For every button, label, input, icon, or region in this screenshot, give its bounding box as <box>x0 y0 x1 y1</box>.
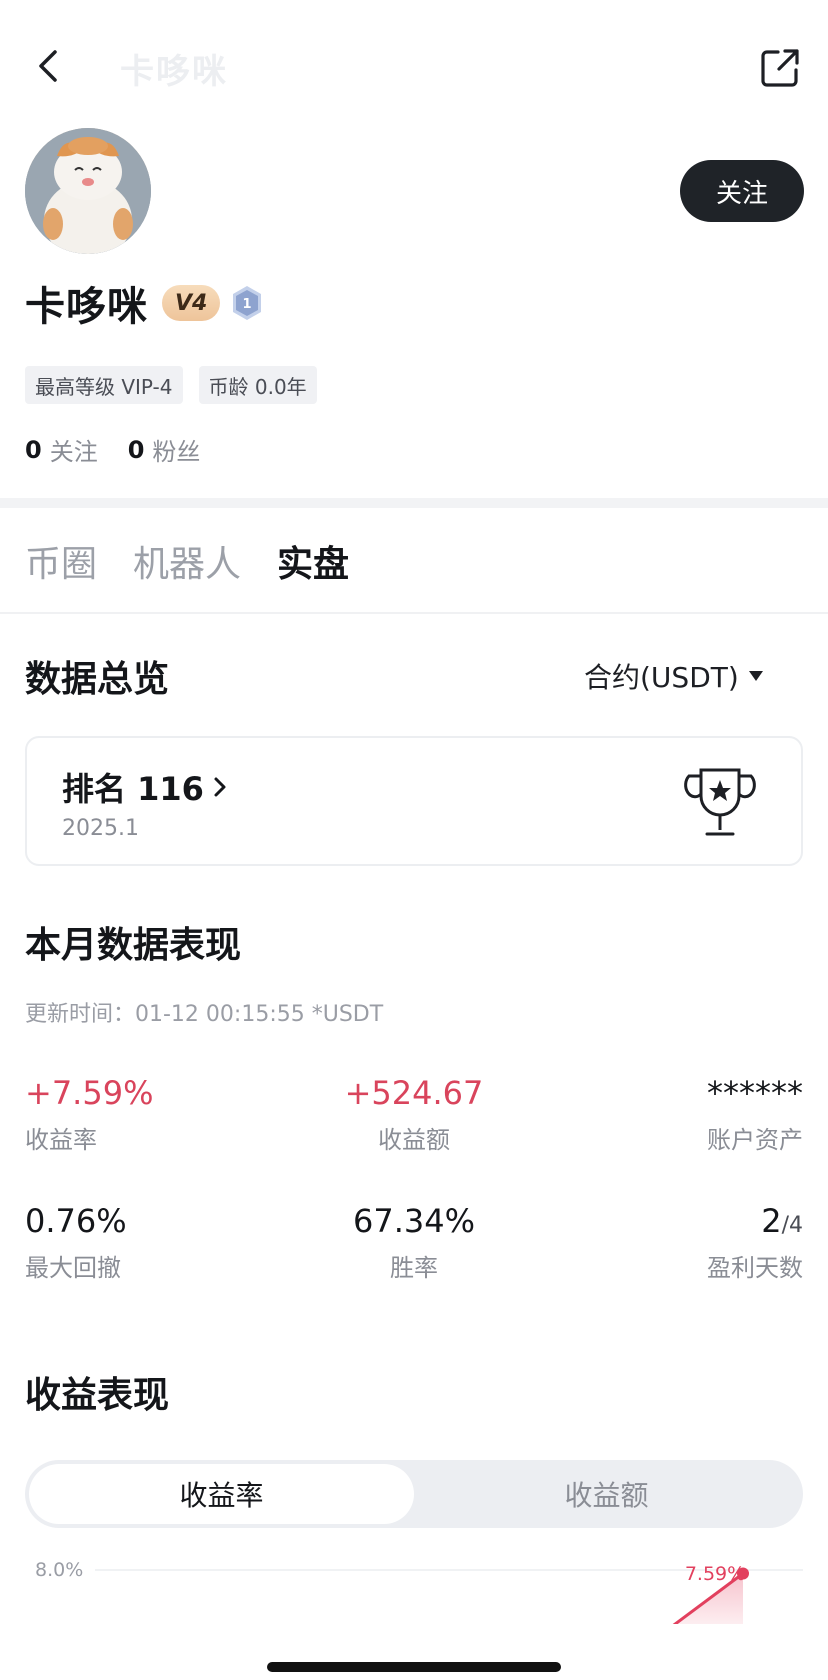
trophy-icon <box>684 768 756 836</box>
y-tick-label: 8.0% <box>35 1559 83 1581</box>
home-indicator <box>267 1662 561 1672</box>
vip-badge[interactable]: V4 <box>162 285 221 321</box>
profit-days-value-row: 2/4 <box>603 1202 803 1240</box>
section-separator <box>0 498 828 508</box>
update-time: 更新时间：01-12 00:15:55 *USDT <box>25 1002 384 1027</box>
rank-label: 排名 116 <box>62 770 204 808</box>
win-rate-value: 67.34% <box>352 1202 475 1240</box>
toggle-profit[interactable]: 收益额 <box>414 1464 799 1524</box>
performance-chart: 8.0% 7.59% <box>35 1559 803 1624</box>
avatar[interactable] <box>25 128 151 254</box>
hexagon-level-icon: 1 <box>233 286 262 320</box>
metric-max-drawdown: 0.76% 最大回撤 <box>25 1202 127 1283</box>
username: 卡哆咪 <box>25 284 148 330</box>
level-badge[interactable]: 1 <box>230 284 264 322</box>
toggle-return-rate[interactable]: 收益率 <box>29 1464 414 1524</box>
performance-title: 收益表现 <box>25 1375 170 1416</box>
win-rate-label: 胜率 <box>390 1254 438 1282</box>
monthly-performance-title: 本月数据表现 <box>25 925 242 966</box>
followers-count[interactable]: 0 <box>128 436 145 464</box>
profit-days-value: 2 <box>761 1202 782 1240</box>
share-button[interactable] <box>758 46 802 90</box>
tabs-divider <box>0 612 828 614</box>
name-row: 卡哆咪 V4 1 <box>25 278 264 330</box>
assets-value: ****** <box>707 1074 803 1112</box>
vip-level-tag: 最高等级 VIP-4 <box>25 366 183 404</box>
cat-avatar-image <box>25 128 151 254</box>
overview-title: 数据总览 <box>25 659 170 700</box>
assets-label: 账户资产 <box>707 1126 803 1154</box>
metric-win-rate: 67.34% 胜率 <box>314 1202 514 1283</box>
profile-tags: 最高等级 VIP-4 币龄 0.0年 <box>25 366 317 404</box>
top-bar: 卡哆咪 <box>0 0 828 130</box>
metric-assets: ****** 账户资产 <box>603 1074 803 1155</box>
rank-date: 2025.1 <box>62 816 139 841</box>
follow-stats: 0 关注 0 粉丝 <box>25 432 230 467</box>
coin-age-tag: 币龄 0.0年 <box>198 366 317 404</box>
level-badge-text: 1 <box>243 297 252 312</box>
back-button[interactable] <box>26 44 70 88</box>
metric-profit: +524.67 收益额 <box>314 1074 514 1155</box>
chevron-left-icon <box>39 50 57 82</box>
metric-return-rate: +7.59% 收益率 <box>25 1074 153 1155</box>
max-drawdown-value: 0.76% <box>25 1202 127 1240</box>
caret-down-icon <box>748 671 763 681</box>
performance-toggle: 收益率 收益额 <box>25 1460 803 1528</box>
chevron-right-icon <box>214 777 226 797</box>
profit-days-label: 盈利天数 <box>707 1254 803 1282</box>
profit-label: 收益额 <box>378 1126 450 1154</box>
profit-days-total: /4 <box>781 1213 803 1238</box>
metric-profit-days: 2/4 盈利天数 <box>603 1202 803 1283</box>
contract-select-label: 合约(USDT) <box>584 661 739 694</box>
following-count[interactable]: 0 <box>25 436 42 464</box>
end-value-label: 7.59% <box>685 1563 745 1585</box>
faded-header-title: 卡哆咪 <box>120 52 228 92</box>
share-icon <box>761 49 799 87</box>
followers-label[interactable]: 粉丝 <box>152 432 200 467</box>
max-drawdown-label: 最大回撤 <box>25 1254 121 1282</box>
rank-line: 排名 116 <box>62 764 228 810</box>
content-tabs: 币圈 机器人 实盘 <box>25 535 349 587</box>
tab-robot[interactable]: 机器人 <box>133 535 241 587</box>
return-rate-value: +7.59% <box>25 1074 154 1112</box>
rank-card[interactable]: 排名 116 2025.1 <box>25 736 803 866</box>
contract-select-dropdown[interactable]: 合约(USDT) <box>584 656 763 696</box>
tab-live-trading[interactable]: 实盘 <box>277 535 349 587</box>
return-rate-label: 收益率 <box>25 1126 97 1154</box>
following-label[interactable]: 关注 <box>50 432 98 467</box>
tab-crypto-circle[interactable]: 币圈 <box>25 535 97 587</box>
profit-value: +524.67 <box>344 1074 484 1112</box>
follow-button[interactable]: 关注 <box>680 160 804 222</box>
